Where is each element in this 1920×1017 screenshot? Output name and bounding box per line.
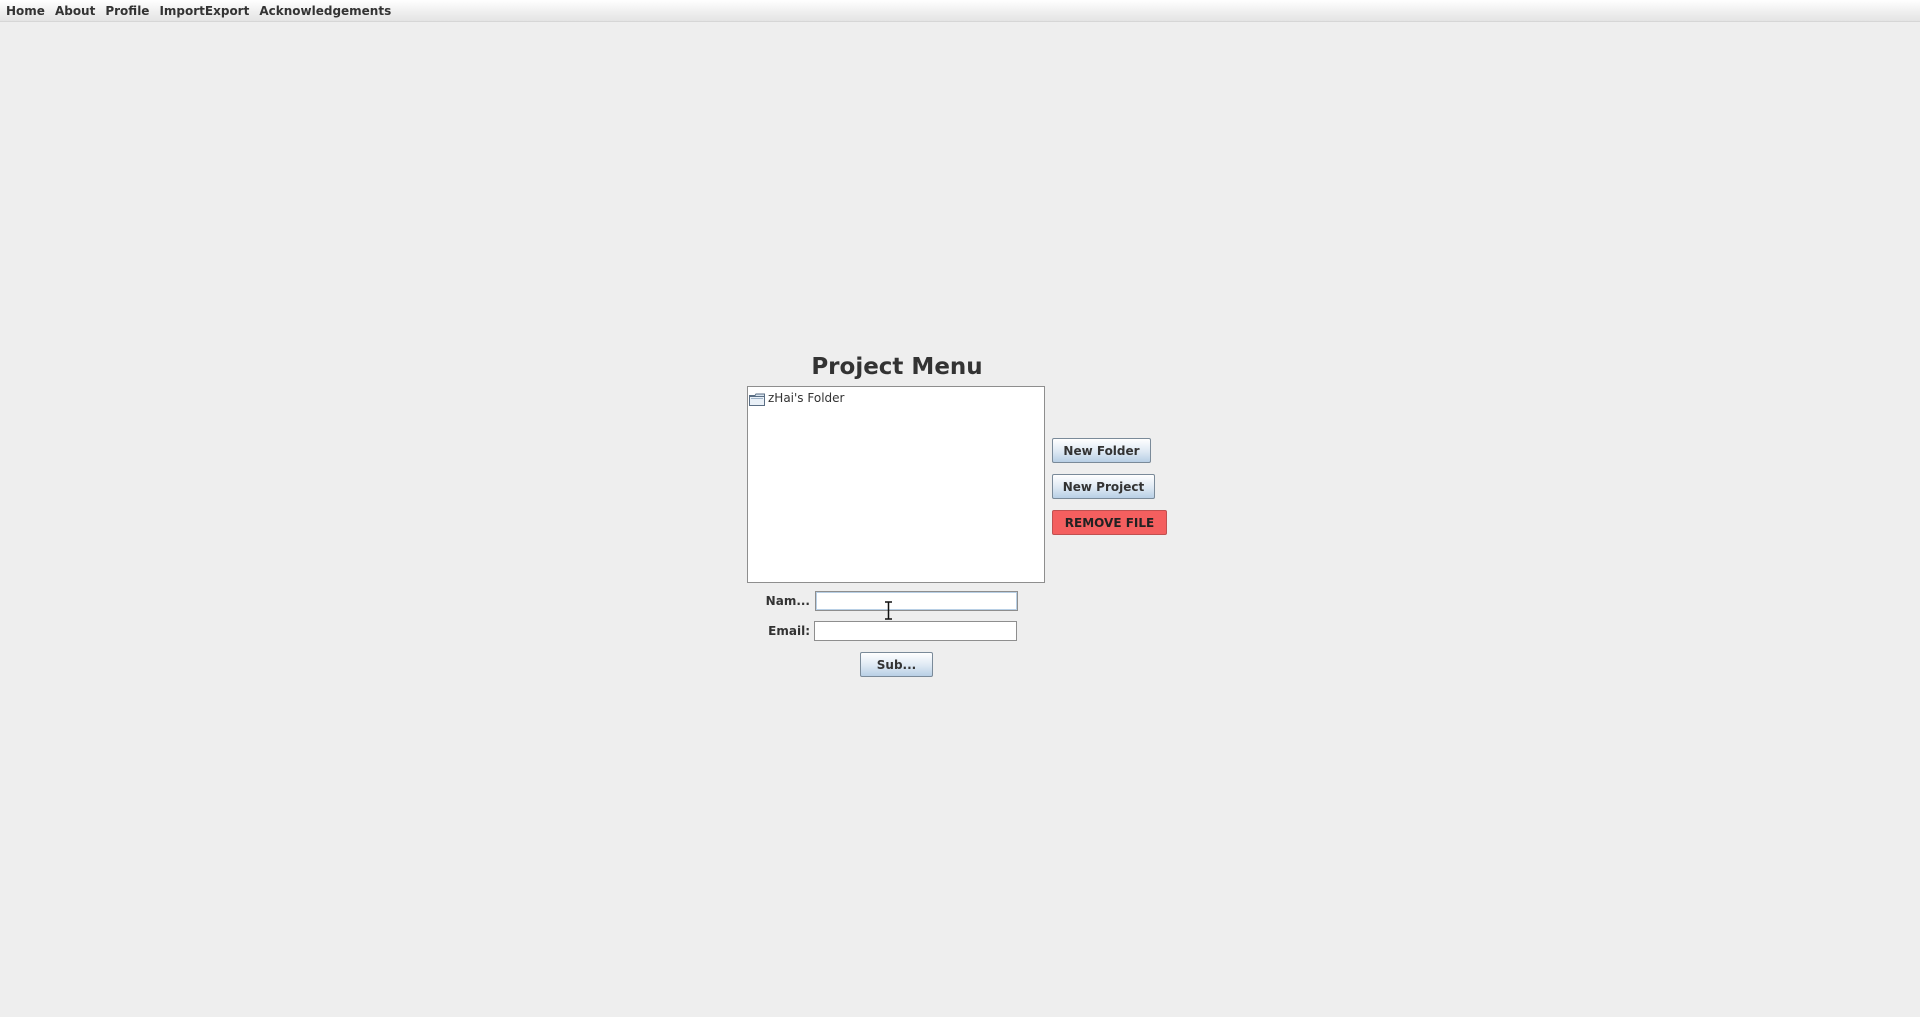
page-title: Project Menu	[811, 354, 983, 380]
name-label: Nam...	[765, 594, 810, 608]
folder-icon	[749, 391, 765, 406]
menu-about[interactable]: About	[51, 0, 101, 22]
new-project-button[interactable]: New Project	[1052, 474, 1155, 499]
project-tree[interactable]: zHai's Folder	[747, 386, 1045, 583]
menu-import-export[interactable]: ImportExport	[155, 0, 255, 22]
email-label: Email:	[768, 624, 810, 638]
menu-profile[interactable]: Profile	[101, 0, 155, 22]
remove-file-button[interactable]: REMOVE FILE	[1052, 510, 1167, 535]
menu-bar: Home About Profile ImportExport Acknowle…	[0, 0, 1920, 22]
tree-item-label: zHai's Folder	[768, 390, 845, 405]
menu-home[interactable]: Home	[2, 0, 51, 22]
application-window: Home About Profile ImportExport Acknowle…	[0, 0, 1920, 1017]
email-input[interactable]	[814, 621, 1017, 641]
submit-button[interactable]: Sub...	[860, 652, 933, 677]
name-input[interactable]	[815, 591, 1018, 611]
tree-item-folder[interactable]: zHai's Folder	[749, 389, 844, 406]
new-folder-button[interactable]: New Folder	[1052, 438, 1151, 463]
menu-acknowledgements[interactable]: Acknowledgements	[255, 0, 397, 22]
